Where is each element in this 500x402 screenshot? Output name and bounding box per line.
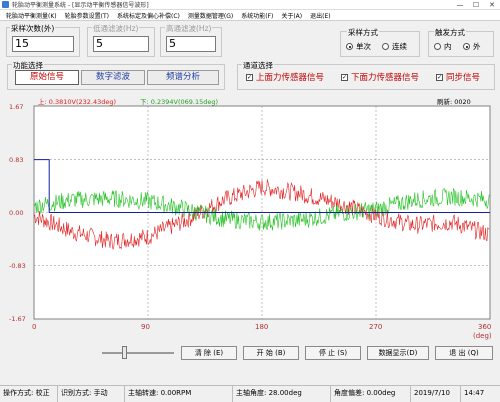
status-speed: 主轴转速: 0.00RPM	[125, 386, 233, 402]
x-axis-unit: (deg)	[473, 332, 492, 340]
status-offset: 角度偏差: 0.00deg	[331, 386, 411, 402]
waveform-chart	[33, 105, 491, 320]
status-recognition: 识别方式: 手动	[58, 386, 125, 402]
exit-button[interactable]: 退 出 (Q)	[435, 346, 493, 360]
status-date: 2019/7/10	[411, 386, 461, 402]
x-tick-label: 360	[478, 323, 492, 331]
x-tick-label: 90	[141, 323, 150, 331]
status-operation: 操作方式: 校正	[0, 386, 58, 402]
status-time: 14:47	[464, 389, 485, 397]
stop-button[interactable]: 停 止 (S)	[305, 346, 361, 360]
status-bar: 操作方式: 校正 识别方式: 手动 主轴转速: 0.00RPM 主轴角度: 28…	[0, 385, 500, 402]
y-tick-label: -1.67	[9, 315, 26, 323]
data-display-button[interactable]: 数据显示(D)	[367, 346, 429, 360]
start-button[interactable]: 开 始 (B)	[243, 346, 299, 360]
y-tick-label: 0.83	[9, 156, 24, 164]
zoom-slider-track[interactable]	[102, 352, 174, 354]
zoom-slider-handle[interactable]	[122, 346, 127, 359]
y-tick-label: 0.00	[9, 209, 24, 217]
x-tick-label: 270	[369, 323, 383, 331]
y-tick-label: -0.83	[9, 262, 26, 270]
y-tick-label: 1.67	[9, 103, 24, 111]
clear-button[interactable]: 清 除 (E)	[181, 346, 237, 360]
x-tick-label: 0	[32, 323, 37, 331]
status-angle: 主轴角度: 28.00deg	[233, 386, 331, 402]
x-tick-label: 180	[255, 323, 269, 331]
